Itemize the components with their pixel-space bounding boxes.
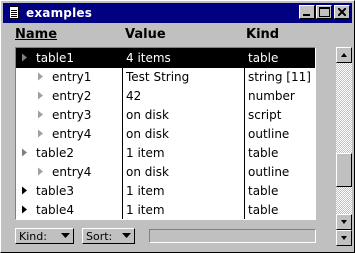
row-value: 1 item <box>126 203 165 217</box>
row-kind: outline <box>248 165 290 179</box>
row-value: Test String <box>126 70 190 84</box>
kind-dropdown[interactable]: Kind: <box>15 228 74 244</box>
column-header-value[interactable]: Value <box>125 27 166 42</box>
row-kind: outline <box>248 127 290 141</box>
list-row[interactable]: table1 4 items table <box>16 48 315 68</box>
disclosure-leaf-icon <box>38 167 43 176</box>
list-row[interactable]: entry4 on disk outline <box>16 162 315 182</box>
document-icon <box>6 5 22 21</box>
arrow-up-icon <box>341 53 347 57</box>
row-kind: string [11] <box>248 70 311 84</box>
row-value: 4 items <box>126 51 171 65</box>
status-field <box>149 229 316 243</box>
kind-dropdown-label: Kind: <box>19 229 47 243</box>
row-kind: script <box>248 108 282 122</box>
disclosure-expanded-icon[interactable] <box>21 148 28 157</box>
row-value: on disk <box>126 127 169 141</box>
close-button[interactable] <box>334 5 350 19</box>
row-kind: table <box>248 51 279 65</box>
list-row[interactable]: entry3 on disk script <box>16 105 315 125</box>
chevron-down-icon <box>61 233 70 238</box>
row-name: entry4 <box>52 127 92 141</box>
list-row[interactable]: table3 1 item table <box>16 181 315 201</box>
window-title: examples <box>26 6 93 20</box>
disclosure-collapsed-icon[interactable] <box>21 205 28 214</box>
maximize-button[interactable] <box>316 5 332 19</box>
list-row[interactable]: table4 1 item table <box>16 200 315 219</box>
title-bar[interactable]: examples <box>3 3 352 23</box>
resize-scroll-button[interactable] <box>336 230 352 246</box>
sort-dropdown[interactable]: Sort: <box>82 228 135 244</box>
scroll-track[interactable] <box>336 63 352 214</box>
disclosure-collapsed-icon[interactable] <box>21 186 28 195</box>
row-kind: table <box>248 203 279 217</box>
list-row[interactable]: table2 1 item table <box>16 143 315 163</box>
list-row[interactable]: entry1 Test String string [11] <box>16 67 315 87</box>
row-name: table2 <box>36 146 75 160</box>
arrow-down-icon <box>341 220 347 224</box>
row-kind: table <box>248 184 279 198</box>
row-kind: number <box>248 89 295 103</box>
row-name: table4 <box>36 203 75 217</box>
disclosure-leaf-icon <box>38 110 43 119</box>
vertical-scrollbar[interactable] <box>336 47 352 230</box>
column-header-kind[interactable]: Kind <box>246 27 279 42</box>
row-name: table1 <box>36 51 75 65</box>
row-name: entry2 <box>52 89 92 103</box>
disclosure-expanded-icon[interactable] <box>21 53 28 62</box>
scroll-up-button[interactable] <box>336 47 352 63</box>
minimize-button[interactable] <box>299 5 315 19</box>
scroll-thumb[interactable] <box>336 153 352 187</box>
list-row[interactable]: entry2 42 number <box>16 86 315 106</box>
chevron-down-icon <box>122 233 131 238</box>
row-name: entry4 <box>52 165 92 179</box>
arrow-down-icon <box>341 236 347 240</box>
column-header-name[interactable]: Name <box>15 27 57 42</box>
row-value: 1 item <box>126 184 165 198</box>
row-value: 42 <box>126 89 142 103</box>
row-name: table3 <box>36 184 75 198</box>
row-name: entry1 <box>52 70 92 84</box>
row-value: 1 item <box>126 146 165 160</box>
row-name: entry3 <box>52 108 92 122</box>
row-value: on disk <box>126 108 169 122</box>
scroll-down-button[interactable] <box>336 214 352 230</box>
row-value: on disk <box>126 165 169 179</box>
close-icon <box>338 8 346 16</box>
examples-window: examples Name Value Kind table1 4 items ta… <box>0 0 355 253</box>
list-row[interactable]: entry4 on disk outline <box>16 124 315 144</box>
row-kind: table <box>248 146 279 160</box>
footer-bar: Kind: Sort: <box>15 227 143 245</box>
disclosure-leaf-icon <box>38 72 43 81</box>
disclosure-leaf-icon <box>38 129 43 138</box>
sort-dropdown-label: Sort: <box>86 229 113 243</box>
outline-list[interactable]: table1 4 items table entry1 Test String strin… <box>15 47 316 220</box>
disclosure-leaf-icon <box>38 91 43 100</box>
